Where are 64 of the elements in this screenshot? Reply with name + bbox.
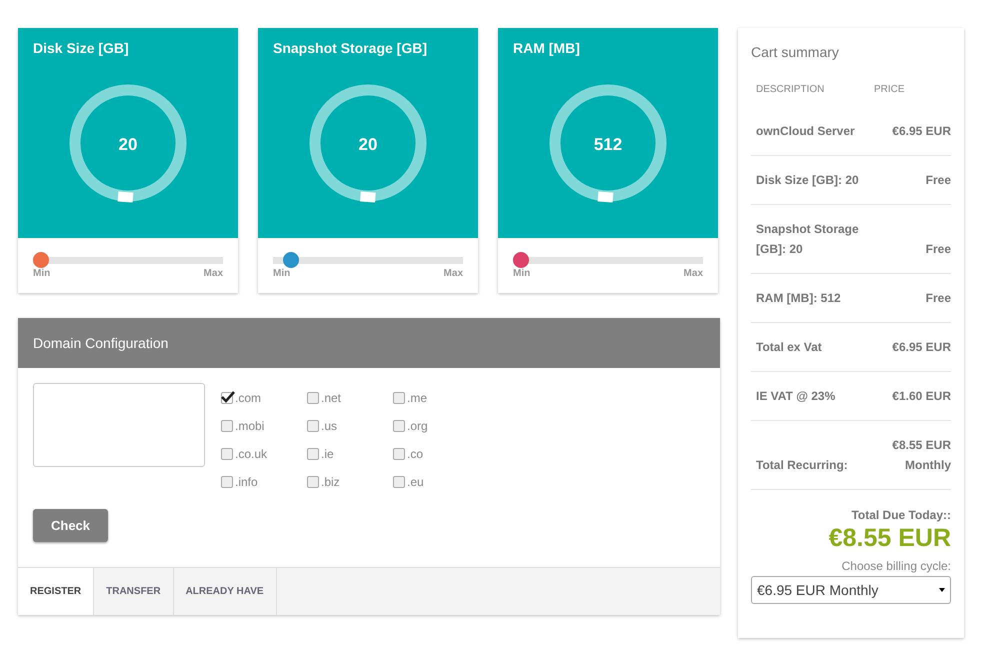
max-label: Max bbox=[444, 268, 463, 279]
item-price: Free bbox=[926, 290, 951, 307]
tld-label: .co bbox=[407, 447, 424, 461]
item-description: Total Recurring: bbox=[756, 457, 848, 474]
tld-label: .info bbox=[235, 475, 258, 489]
item-price: €6.95 EUR bbox=[892, 123, 951, 140]
tld-label: .com bbox=[235, 391, 262, 405]
card-title: Snapshot Storage [GB] bbox=[272, 39, 428, 56]
checkbox[interactable] bbox=[307, 448, 319, 460]
check-button[interactable]: Check bbox=[33, 509, 108, 542]
column-header: PRICE bbox=[874, 84, 906, 95]
tld-label: .biz bbox=[321, 475, 340, 489]
cart-title: Cart summary bbox=[751, 44, 840, 60]
tld-label: .us bbox=[321, 419, 338, 433]
checkbox[interactable] bbox=[307, 476, 319, 488]
tld-label: .co.uk bbox=[235, 447, 268, 461]
checkbox[interactable] bbox=[307, 392, 319, 404]
card-title: RAM [MB] bbox=[512, 39, 581, 56]
checkbox[interactable] bbox=[393, 420, 405, 432]
checkbox[interactable] bbox=[393, 392, 405, 404]
dial-value: 20 bbox=[118, 135, 138, 155]
checkbox[interactable] bbox=[393, 476, 405, 488]
min-label: Min bbox=[513, 268, 530, 279]
checkbox[interactable] bbox=[307, 420, 319, 432]
item-description: RAM [MB]: 512 bbox=[756, 290, 841, 307]
total-due-amount: €8.55 EUR bbox=[828, 524, 951, 553]
tld-label: .eu bbox=[407, 475, 424, 489]
slider-thumb[interactable] bbox=[513, 252, 529, 268]
item-price: Free bbox=[926, 241, 951, 258]
checkbox[interactable] bbox=[221, 448, 233, 460]
domain-input[interactable] bbox=[33, 383, 205, 467]
column-header: DESCRIPTION bbox=[756, 84, 824, 95]
dial-value: 20 bbox=[358, 135, 378, 155]
card-title: Disk Size [GB] bbox=[32, 39, 130, 56]
min-label: Min bbox=[273, 268, 290, 279]
total-due-label: Total Due Today:: bbox=[850, 508, 951, 522]
min-label: Min bbox=[33, 268, 50, 279]
checkbox[interactable] bbox=[221, 420, 233, 432]
billing-cycle-label: Choose billing cycle: bbox=[840, 559, 951, 573]
item-price: €8.55 EUR Monthly bbox=[891, 437, 951, 474]
max-label: Max bbox=[684, 268, 703, 279]
tld-label: .org bbox=[407, 419, 428, 433]
item-description: ownCloud Server bbox=[756, 123, 855, 140]
checkbox[interactable] bbox=[221, 392, 233, 404]
tab[interactable]: REGISTER bbox=[18, 568, 94, 615]
panel-header: Domain Configuration bbox=[18, 318, 720, 368]
tld-label: .mobi bbox=[235, 419, 264, 433]
slider-thumb[interactable] bbox=[33, 252, 49, 268]
tld-label: .me bbox=[407, 391, 428, 405]
item-description: Total ex Vat bbox=[756, 339, 822, 356]
item-description: Snapshot Storage [GB]: 20 bbox=[756, 221, 860, 258]
item-price: €6.95 EUR bbox=[892, 339, 951, 356]
max-label: Max bbox=[204, 268, 223, 279]
billing-cycle-select[interactable]: €6.95 EUR Monthly bbox=[751, 576, 951, 604]
checkbox[interactable] bbox=[221, 476, 233, 488]
tld-label: .ie bbox=[321, 447, 334, 461]
slider-thumb[interactable] bbox=[283, 252, 300, 268]
item-price: €1.60 EUR bbox=[892, 388, 951, 405]
tld-label: .net bbox=[321, 391, 342, 405]
item-price: Free bbox=[926, 172, 951, 189]
item-description: IE VAT @ 23% bbox=[756, 388, 836, 405]
item-description: Disk Size [GB]: 20 bbox=[756, 172, 859, 189]
checkbox[interactable] bbox=[393, 448, 405, 460]
dial-value: 512 bbox=[594, 135, 622, 155]
